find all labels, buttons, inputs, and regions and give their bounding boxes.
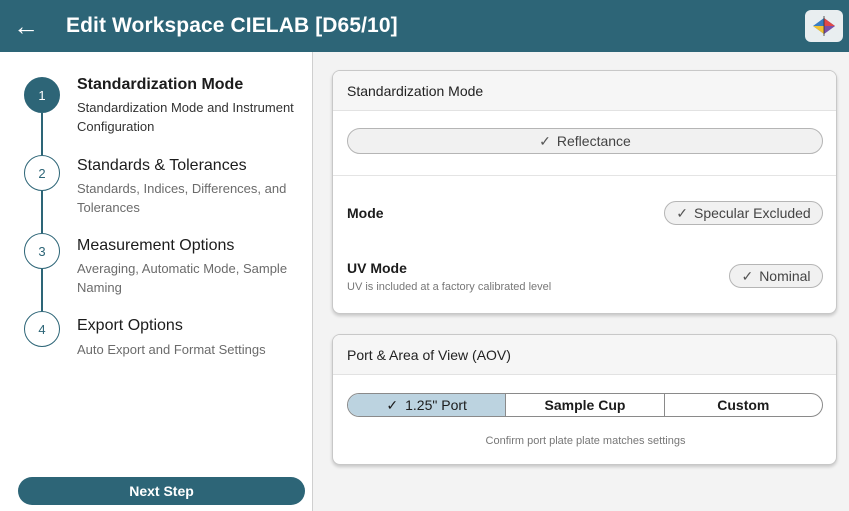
divider [333,175,836,176]
step-subtitle: Standards, Indices, Differences, and Tol… [77,181,287,215]
uv-mode-label: UV Mode [347,260,407,276]
arrow-left-icon: ← [13,10,39,41]
step-number: 1 [24,77,60,113]
step-subtitle: Averaging, Automatic Mode, Sample Naming [77,261,288,295]
port-option-label: 1.25" Port [405,397,467,413]
app-menu-button[interactable] [805,10,843,42]
card-header: Port & Area of View (AOV) [333,335,836,375]
mode-value: Specular Excluded [693,205,811,221]
step-connector [41,191,43,233]
port-note: Confirm port plate plate matches setting… [485,435,686,447]
page-title: Edit Workspace CIELAB [D65/10] [66,14,398,37]
color-space-icon [813,16,835,36]
port-option-sample-cup[interactable]: Sample Cup [506,394,665,416]
step-title: Standardization Mode [77,76,244,93]
reflectance-toggle[interactable]: ✓ Reflectance [347,128,823,154]
checkmark-icon: ✓ [676,204,688,221]
port-aov-card: Port & Area of View (AOV) ✓ 1.25" Port S… [332,334,837,465]
port-option-125[interactable]: ✓ 1.25" Port [348,394,507,416]
uv-mode-value: Nominal [759,268,811,284]
port-option-custom[interactable]: Custom [665,394,822,416]
port-option-label: Sample Cup [544,397,626,413]
next-step-button[interactable]: Next Step [18,477,305,505]
port-option-label: Custom [717,397,770,413]
checkmark-icon: ✓ [386,396,399,413]
step-subtitle: Standardization Mode and Instrument Conf… [77,100,294,134]
step-number: 3 [24,233,60,269]
step-title: Measurement Options [77,237,235,254]
uv-mode-toggle[interactable]: ✓ Nominal [729,264,823,288]
mode-label: Mode [347,205,384,221]
stepper-sidebar: 1 Standardization Mode Standardization M… [0,52,313,511]
step-number: 2 [24,155,60,191]
step-connector [41,269,43,311]
uv-mode-hint: UV is included at a factory calibrated l… [347,281,552,293]
app-header: ← Edit Workspace CIELAB [D65/10] [0,0,849,52]
step-subtitle: Auto Export and Format Settings [77,342,266,357]
step-title: Export Options [77,317,183,334]
step-number: 4 [24,311,60,347]
step-connector [41,113,43,155]
standardization-mode-card: Standardization Mode ✓ Reflectance Mode … [332,70,837,314]
back-button[interactable]: ← [4,0,48,52]
checkmark-icon: ✓ [741,267,754,284]
port-segmented-control: ✓ 1.25" Port Sample Cup Custom [347,393,823,417]
mode-toggle[interactable]: ✓ Specular Excluded [664,201,823,225]
card-header: Standardization Mode [333,71,836,111]
checkmark-icon: ✓ [539,132,551,149]
reflectance-label: Reflectance [556,133,631,149]
step-title: Standards & Tolerances [77,157,247,174]
